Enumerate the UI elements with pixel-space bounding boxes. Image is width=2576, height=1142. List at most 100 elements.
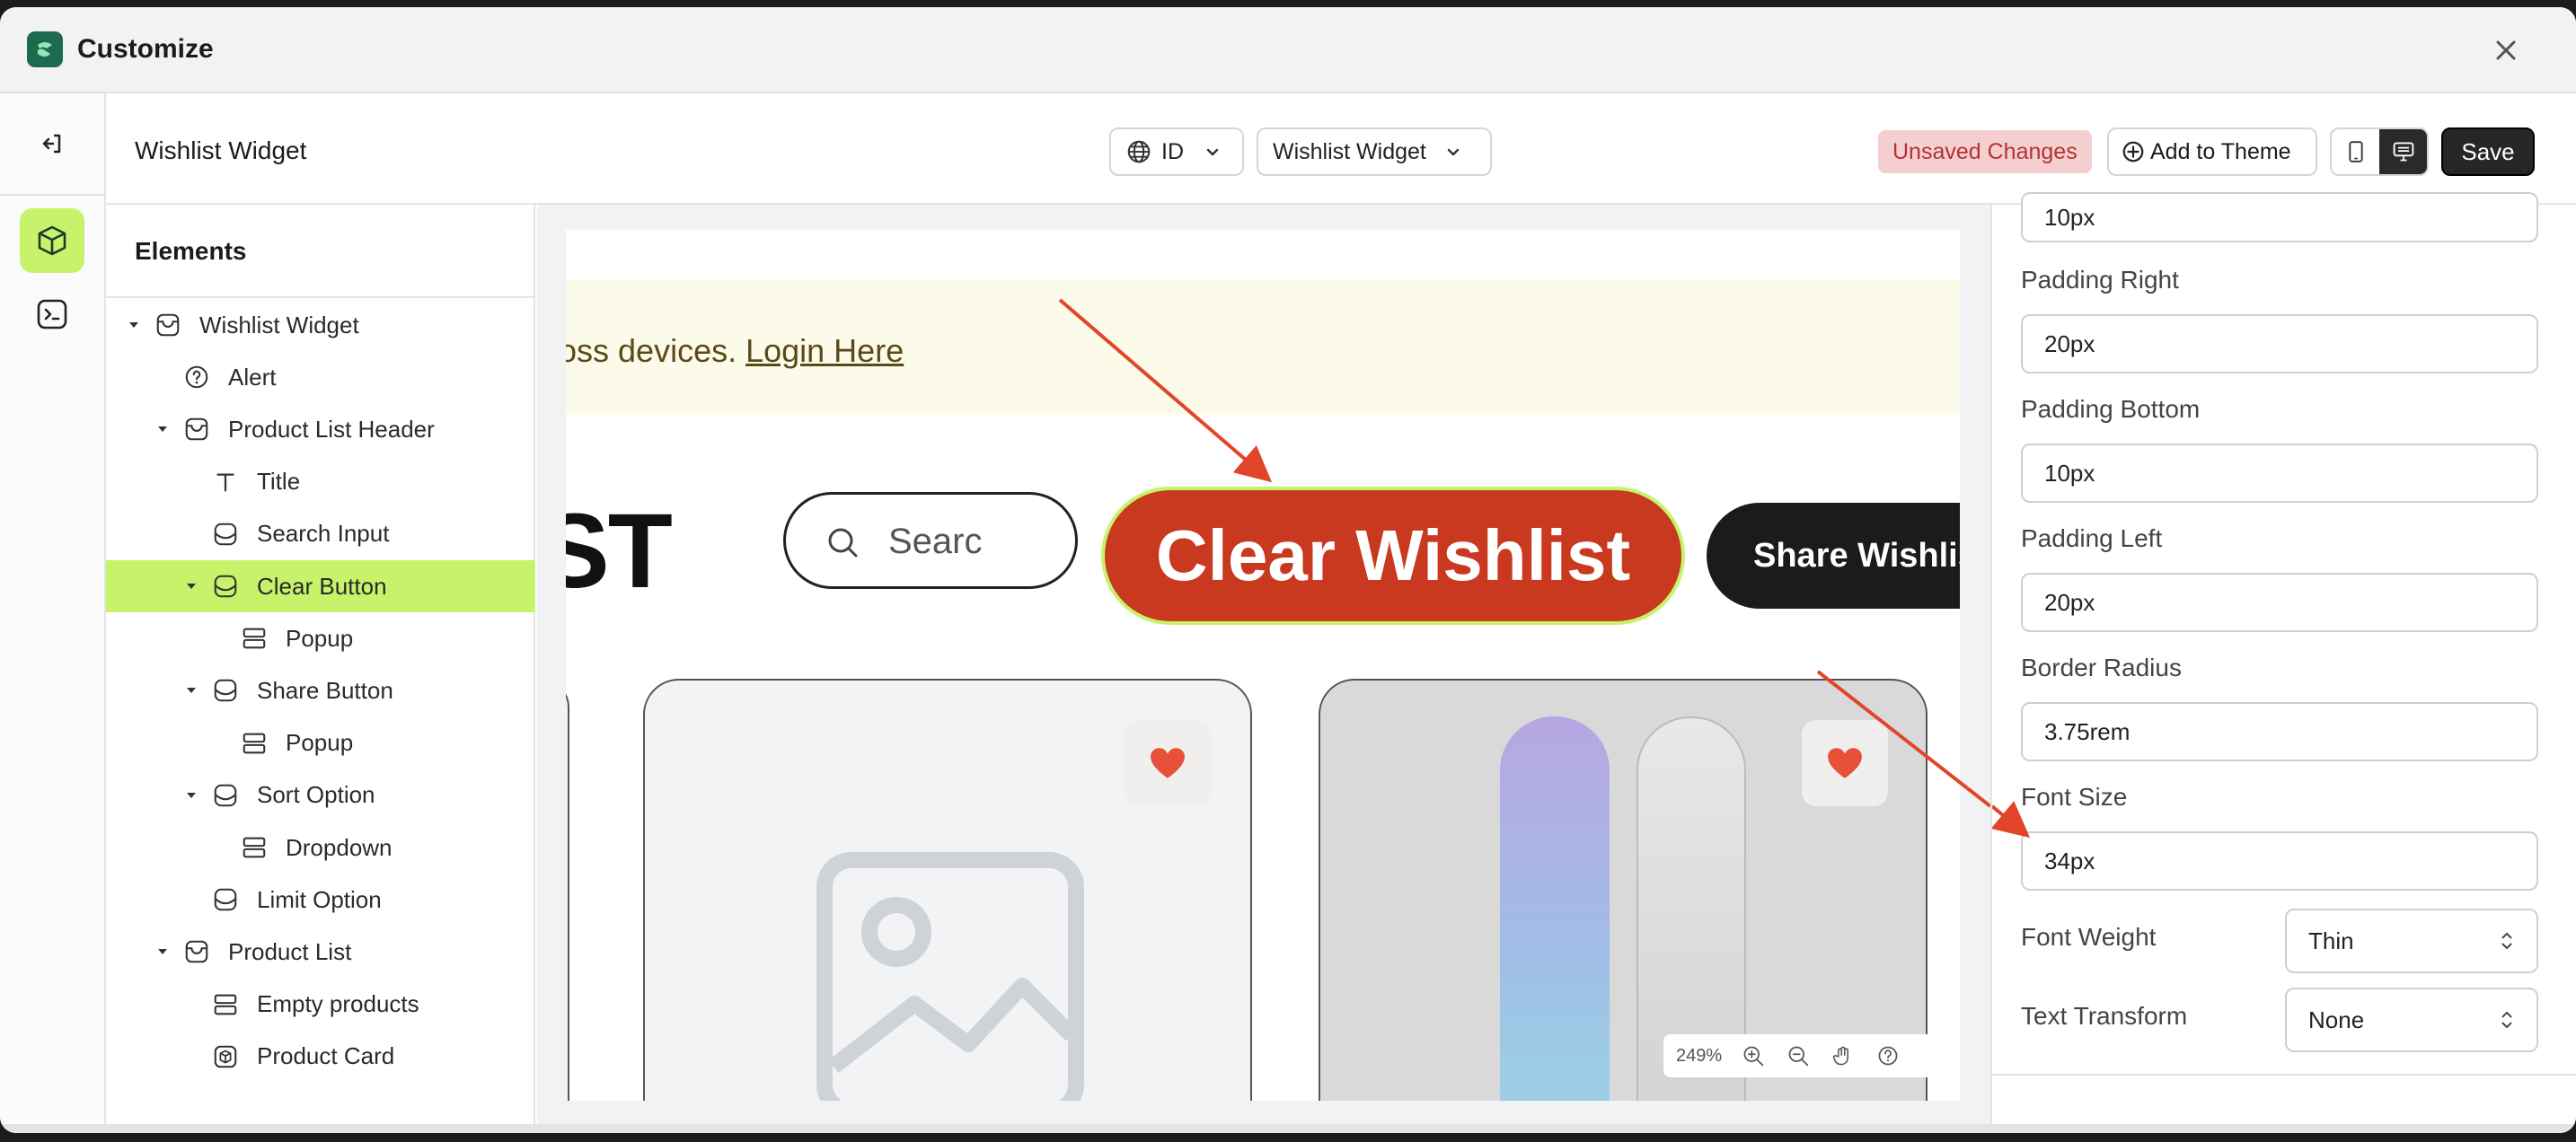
search-input[interactable]: Searc bbox=[783, 492, 1078, 589]
font-weight-label: Font Weight bbox=[2021, 923, 2157, 951]
padding-bottom-label: Padding Bottom bbox=[2021, 395, 2201, 423]
properties-panel: 10px Padding Right 20px Padding Bottom 1… bbox=[1990, 192, 2576, 1133]
heart-icon bbox=[1151, 748, 1185, 778]
text-transform-select[interactable]: None bbox=[2285, 988, 2538, 1052]
tree-item-clear-button[interactable]: Clear Button bbox=[106, 560, 535, 612]
alert-text: oss devices. bbox=[566, 332, 746, 369]
zoom-in-button[interactable] bbox=[1740, 1042, 1767, 1069]
text-icon bbox=[210, 467, 241, 497]
exit-icon bbox=[42, 134, 61, 154]
elements-panel: Elements Wishlist Widget Alert Product Lis… bbox=[106, 205, 535, 1133]
tree-item-product-list-header[interactable]: Product List Header bbox=[106, 403, 535, 455]
tree-item-wishlist-widget[interactable]: Wishlist Widget bbox=[106, 299, 535, 351]
language-value: ID bbox=[1161, 138, 1184, 164]
padding-top-field[interactable]: 10px bbox=[2021, 192, 2538, 242]
window-title: Customize bbox=[77, 34, 214, 64]
block-icon bbox=[210, 571, 241, 602]
globe-icon bbox=[1127, 140, 1151, 163]
font-size-label: Font Size bbox=[2021, 783, 2128, 811]
caret-down-icon[interactable] bbox=[185, 790, 198, 801]
widget-icon bbox=[153, 310, 183, 340]
tree-item-dropdown[interactable]: Dropdown bbox=[106, 821, 535, 874]
caret-down-icon[interactable] bbox=[128, 320, 140, 330]
app-logo-icon bbox=[27, 31, 63, 67]
elements-tab-button[interactable] bbox=[20, 208, 84, 273]
zoom-out-icon bbox=[1788, 1046, 1809, 1067]
language-select[interactable]: ID bbox=[1109, 127, 1244, 176]
padding-bottom-field[interactable]: 10px bbox=[2021, 444, 2538, 503]
font-size-field[interactable]: 34px bbox=[2021, 831, 2538, 891]
tree-item-popup[interactable]: Popup bbox=[106, 612, 535, 664]
tree-item-share-button[interactable]: Share Button bbox=[106, 664, 535, 716]
preview-canvas: oss devices. Login Here ST Searc Clear W… bbox=[537, 205, 1990, 1133]
border-radius-label: Border Radius bbox=[2021, 654, 2182, 681]
wishlist-heart-button[interactable] bbox=[1125, 720, 1211, 806]
alert-message: oss devices. Login Here bbox=[566, 332, 904, 370]
tree-item-label: Limit Option bbox=[257, 885, 382, 913]
share-wishlist-button[interactable]: Share Wishlist bbox=[1707, 503, 1960, 609]
caret-down-icon[interactable] bbox=[185, 685, 198, 696]
zoom-level: 249% bbox=[1676, 1045, 1723, 1066]
tree-item-title[interactable]: Title bbox=[106, 456, 535, 508]
left-rail bbox=[0, 93, 106, 1133]
help-button[interactable] bbox=[1875, 1042, 1901, 1069]
padding-left-label: Padding Left bbox=[2021, 524, 2163, 552]
add-to-theme-button[interactable]: Add to Theme bbox=[2107, 127, 2317, 176]
clear-wishlist-button[interactable]: Clear Wishlist bbox=[1101, 487, 1685, 625]
mobile-view-button[interactable] bbox=[2332, 129, 2379, 174]
tree-item-product-card[interactable]: Product Card bbox=[106, 1031, 535, 1083]
tree-item-label: Empty products bbox=[257, 990, 419, 1018]
tree-item-search-input[interactable]: Search Input bbox=[106, 508, 535, 560]
zoom-toolbar: 249% bbox=[1663, 1034, 1935, 1077]
add-to-theme-label: Add to Theme bbox=[2150, 138, 2291, 164]
caret-down-icon[interactable] bbox=[156, 946, 169, 957]
heart-icon bbox=[1828, 748, 1862, 778]
chevron-down-icon bbox=[1206, 148, 1219, 156]
wishlist-heart-button[interactable] bbox=[1802, 720, 1888, 806]
tree-item-alert[interactable]: Alert bbox=[106, 351, 535, 403]
padding-right-field[interactable]: 20px bbox=[2021, 314, 2538, 373]
padding-right-label: Padding Right bbox=[2021, 266, 2179, 294]
code-tab-button[interactable] bbox=[20, 282, 84, 347]
template-select[interactable]: Wishlist Widget bbox=[1257, 127, 1492, 176]
border-radius-field[interactable]: 3.75rem bbox=[2021, 702, 2538, 761]
tree-item-sort-option[interactable]: Sort Option bbox=[106, 769, 535, 821]
zoom-in-icon bbox=[1743, 1046, 1764, 1067]
block-icon bbox=[210, 519, 241, 549]
tree-item-popup[interactable]: Popup bbox=[106, 717, 535, 769]
product-card[interactable] bbox=[566, 679, 569, 1101]
product-card[interactable] bbox=[643, 679, 1252, 1101]
rows-icon bbox=[239, 832, 269, 863]
block-icon bbox=[210, 780, 241, 811]
text-transform-value: None bbox=[2308, 1006, 2365, 1033]
tree-item-label: Popup bbox=[286, 729, 354, 757]
tree-item-label: Wishlist Widget bbox=[199, 311, 359, 338]
tree-item-limit-option[interactable]: Limit Option bbox=[106, 874, 535, 926]
zoom-out-button[interactable] bbox=[1785, 1042, 1812, 1069]
tree-item-label: Share Button bbox=[257, 676, 393, 704]
desktop-view-button[interactable] bbox=[2379, 129, 2427, 174]
tree-item-empty-products[interactable]: Empty products bbox=[106, 979, 535, 1031]
mobile-icon bbox=[2348, 141, 2363, 163]
save-button[interactable]: Save bbox=[2441, 127, 2535, 176]
document-title: Wishlist Widget bbox=[135, 136, 307, 164]
chevron-updown-icon bbox=[2501, 932, 2512, 950]
plus-circle-icon bbox=[2122, 141, 2144, 163]
customize-window: Customize Wishlist Widget ID Wishlist Wi… bbox=[0, 7, 2576, 1133]
terminal-icon bbox=[37, 299, 67, 329]
window-bottom-edge bbox=[0, 1124, 2576, 1133]
tree-item-label: Product List bbox=[228, 937, 352, 965]
tree-item-label: Popup bbox=[286, 624, 354, 652]
help-icon bbox=[1878, 1046, 1898, 1066]
caret-down-icon[interactable] bbox=[156, 424, 169, 435]
caret-down-icon[interactable] bbox=[185, 581, 198, 592]
login-link[interactable]: Login Here bbox=[745, 332, 904, 369]
exit-button[interactable] bbox=[0, 93, 104, 196]
search-placeholder: Searc bbox=[888, 522, 983, 561]
pan-hand-button[interactable] bbox=[1830, 1042, 1857, 1069]
close-icon[interactable] bbox=[2490, 34, 2522, 66]
font-weight-select[interactable]: Thin bbox=[2285, 909, 2538, 973]
tree-item-product-list[interactable]: Product List bbox=[106, 926, 535, 978]
padding-left-field[interactable]: 20px bbox=[2021, 573, 2538, 632]
unsaved-changes-badge: Unsaved Changes bbox=[1878, 130, 2092, 173]
